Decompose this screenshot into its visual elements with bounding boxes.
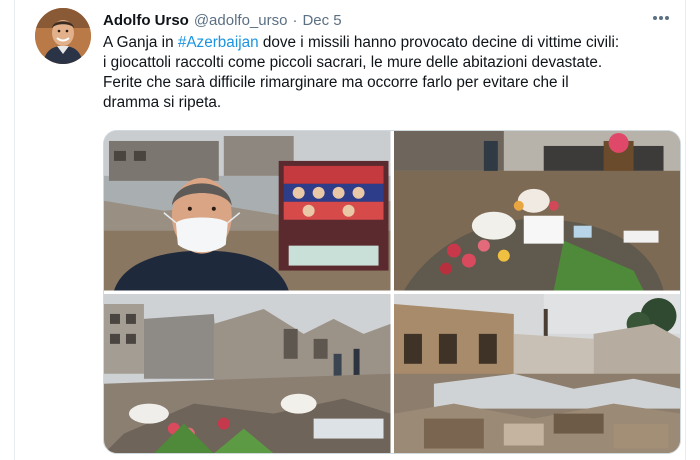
author-handle[interactable]: @adolfo_urso xyxy=(194,12,288,29)
tweet-text-line-4: dramma si ripeta. xyxy=(103,94,222,111)
media-grid xyxy=(103,130,681,454)
hashtag-link[interactable]: #Azerbaijan xyxy=(178,34,259,51)
tweet-card[interactable]: Adolfo Urso @adolfo_urso · Dec 5 A Ganja… xyxy=(14,0,686,460)
photo-3[interactable] xyxy=(104,293,391,453)
avatar[interactable] xyxy=(35,8,91,64)
destroyed-house-photo-icon xyxy=(393,293,680,453)
selfie-memorial-photo-icon xyxy=(104,131,391,291)
tweet-text: A Ganja in #Azerbaijan dove i missili ha… xyxy=(103,33,675,113)
author-display-name[interactable]: Adolfo Urso xyxy=(103,12,189,29)
tweet-text-line-1: A Ganja in #Azerbaijan dove i missili ha… xyxy=(103,33,675,53)
photo-2[interactable] xyxy=(393,131,680,291)
separator-dot: · xyxy=(292,11,298,29)
tweet-header: Adolfo Urso @adolfo_urso · Dec 5 xyxy=(103,10,342,30)
more-dot-icon xyxy=(659,16,663,20)
tweet-text-line-2: i giocattoli raccolti come piccoli sacra… xyxy=(103,54,603,71)
text-suffix: dove i missili hanno provocato decine di… xyxy=(258,34,620,51)
text-prefix: A Ganja in xyxy=(103,34,178,51)
tweet-date[interactable]: Dec 5 xyxy=(302,12,341,29)
ruins-photo-icon xyxy=(104,293,391,453)
photo-4[interactable] xyxy=(393,293,680,453)
more-horizontal-icon[interactable] xyxy=(649,8,673,28)
profile-photo-icon xyxy=(35,8,91,64)
tweet-text-line-3: Ferite che sarà difficile rimarginare ma… xyxy=(103,74,569,91)
photo-1[interactable] xyxy=(104,131,391,291)
more-dot-icon xyxy=(653,16,657,20)
more-dot-icon xyxy=(665,16,669,20)
toys-memorial-photo-icon xyxy=(393,131,680,291)
